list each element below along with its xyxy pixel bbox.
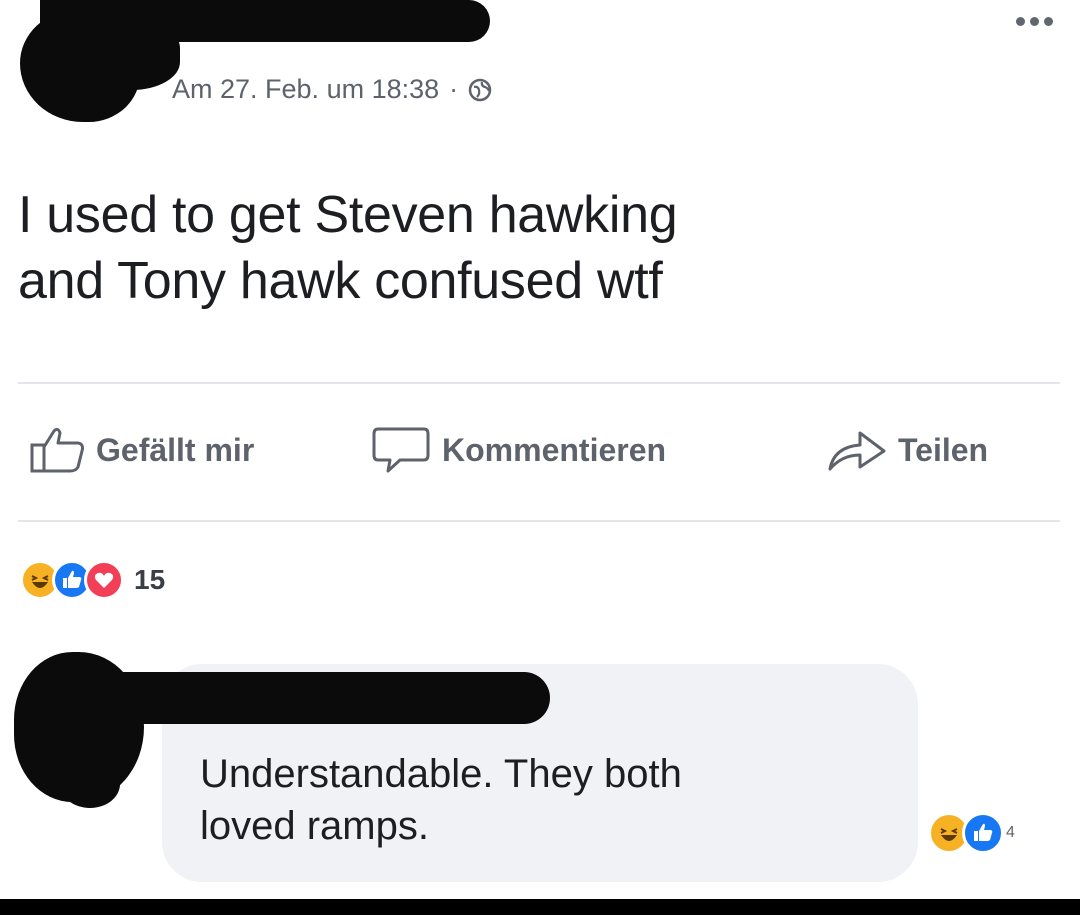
reaction-count: 15 [134,564,166,595]
post-body: I used to get Steven hawking and Tony ha… [18,182,1058,314]
comment-body: Understandable. They both loved ramps. [200,748,880,852]
share-arrow-icon [828,431,886,471]
share-label: Teilen [898,431,989,468]
love-icon [84,560,124,600]
divider [18,382,1060,384]
more-options-icon[interactable] [1004,12,1064,30]
like-label: Gefällt mir [96,431,255,468]
comment-text-line: loved ramps. [200,804,429,848]
comment-button[interactable]: Kommentieren [370,420,666,480]
bottom-edge-bar [0,899,1080,915]
globe-icon [468,78,492,101]
comment-text-line: Understandable. They both [200,752,682,796]
post-text-line: and Tony hawk confused wtf [18,252,663,310]
meta-separator: · [449,74,459,104]
post-timestamp[interactable]: Am 27. Feb. um 18:38 [172,74,439,105]
post-meta: Am 27. Feb. um 18:38 · [172,74,492,105]
thumbs-up-icon [30,427,84,473]
post-text-line: I used to get Steven hawking [18,186,678,244]
comment-icon [372,427,430,473]
comment-label: Kommentieren [442,431,667,468]
like-icon [962,812,1004,854]
divider [18,520,1060,522]
reaction-summary[interactable]: 15 [20,560,165,600]
like-button[interactable]: Gefällt mir [30,420,254,480]
comment-reactions[interactable]: 4 [928,812,1015,854]
comment-reaction-count: 4 [1006,824,1015,841]
share-button[interactable]: Teilen [826,420,988,480]
